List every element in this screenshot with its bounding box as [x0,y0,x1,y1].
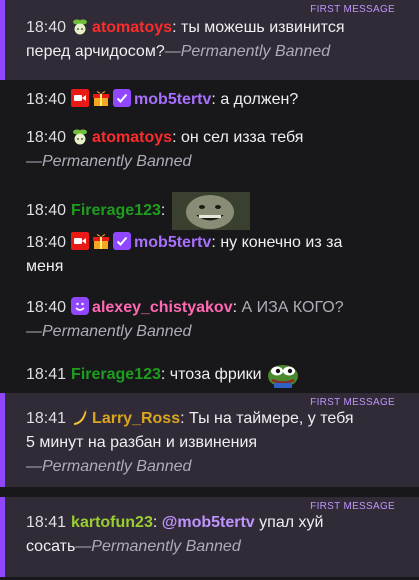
smiley-badge-icon [71,297,90,315]
sprout-badge-icon [71,17,89,35]
timestamp: 18:41 [26,366,67,384]
chat-message: FIRST MESSAGE 18:40 atomatoys: ты можешь … [0,0,419,80]
separator: : [211,91,216,108]
pepe-frog-emote-icon[interactable] [266,362,300,388]
gift-badge-icon [92,89,110,107]
username[interactable]: mob5tertv [134,91,211,108]
first-message-label: FIRST MESSAGE [310,4,395,15]
chat-message: 18:40 Firerage123: [0,186,419,230]
message-text: он сел изза тебя [180,129,304,146]
separator: : [172,129,177,146]
banned-suffix: —Permanently Banned [26,458,192,475]
username[interactable]: mob5tertv [134,234,211,251]
message-text: чтоза фрики [169,366,262,384]
message-text: а должен? [220,91,299,108]
chat-message: 18:41 Firerage123: чтоза фрики [0,362,419,390]
gift-badge-icon [92,232,110,250]
username[interactable]: alexey_chistyakov [92,299,233,316]
separator: : [160,202,166,220]
timestamp: 18:40 [26,234,67,251]
message-text: А ИЗА КОГО? [241,299,344,316]
banned-suffix: —Permanently Banned [26,323,192,340]
timestamp: 18:40 [26,129,67,146]
chat-message: FIRST MESSAGE 18:41 kartofun23: @mob5tert… [0,497,419,577]
separator: : [152,514,158,531]
timestamp: 18:40 [26,299,67,316]
banned-suffix: —Permanently Banned [75,538,241,555]
verified-badge-icon [113,232,132,250]
separator: : [180,410,185,427]
message-text: 5 минут на разбан и извинения [26,434,258,451]
chat-message: 18:40 atomatoys: он сел изза тебя —Permane… [0,126,419,176]
mention[interactable]: @mob5tertv [162,514,255,531]
grinning-face-emote-icon[interactable] [171,192,250,230]
chat-log: FIRST MESSAGE 18:40 atomatoys: ты можешь … [0,0,419,580]
sprout-badge-icon [71,127,89,145]
banned-suffix: —Permanently Banned [26,153,192,170]
message-text: меня [26,258,64,275]
broadcaster-badge-icon [71,232,90,250]
username[interactable]: atomatoys [92,19,172,36]
timestamp: 18:40 [26,19,67,36]
verified-badge-icon [113,89,132,107]
timestamp: 18:40 [26,202,67,220]
chat-message: 18:40 mob5tertv: а должен? [0,88,419,114]
separator: : [211,234,216,251]
timestamp: 18:41 [26,514,67,531]
username[interactable]: atomatoys [92,129,172,146]
username[interactable]: Larry_Ross [92,410,180,427]
message-text: упал хуй [259,514,324,531]
separator: : [232,299,238,316]
username[interactable]: Firerage123 [71,202,161,219]
chat-message: FIRST MESSAGE 18:41 Larry_Ross: Ты на тай… [0,393,419,487]
separator: : [160,366,166,384]
timestamp: 18:40 [26,91,67,108]
message-text: ну конечно из за [220,234,343,251]
timestamp: 18:41 [26,410,67,427]
banana-badge-icon [71,408,89,426]
chat-message: 18:40 mob5tertv: ну конечно из за меня [0,231,419,281]
message-text: ты можешь извинится [180,19,345,36]
chat-message: 18:40 alexey_chistyakov: А ИЗА КОГО? —Perm… [0,296,419,346]
message-text: сосать [26,538,76,555]
separator: : [172,19,177,36]
banned-suffix: —Permanently Banned [164,43,331,60]
message-text: перед арчидосом? [26,43,165,60]
username[interactable]: kartofun23 [71,514,153,531]
username[interactable]: Firerage123 [71,366,161,383]
broadcaster-badge-icon [71,89,90,107]
message-text: Ты на таймере, у тебя [189,410,354,427]
